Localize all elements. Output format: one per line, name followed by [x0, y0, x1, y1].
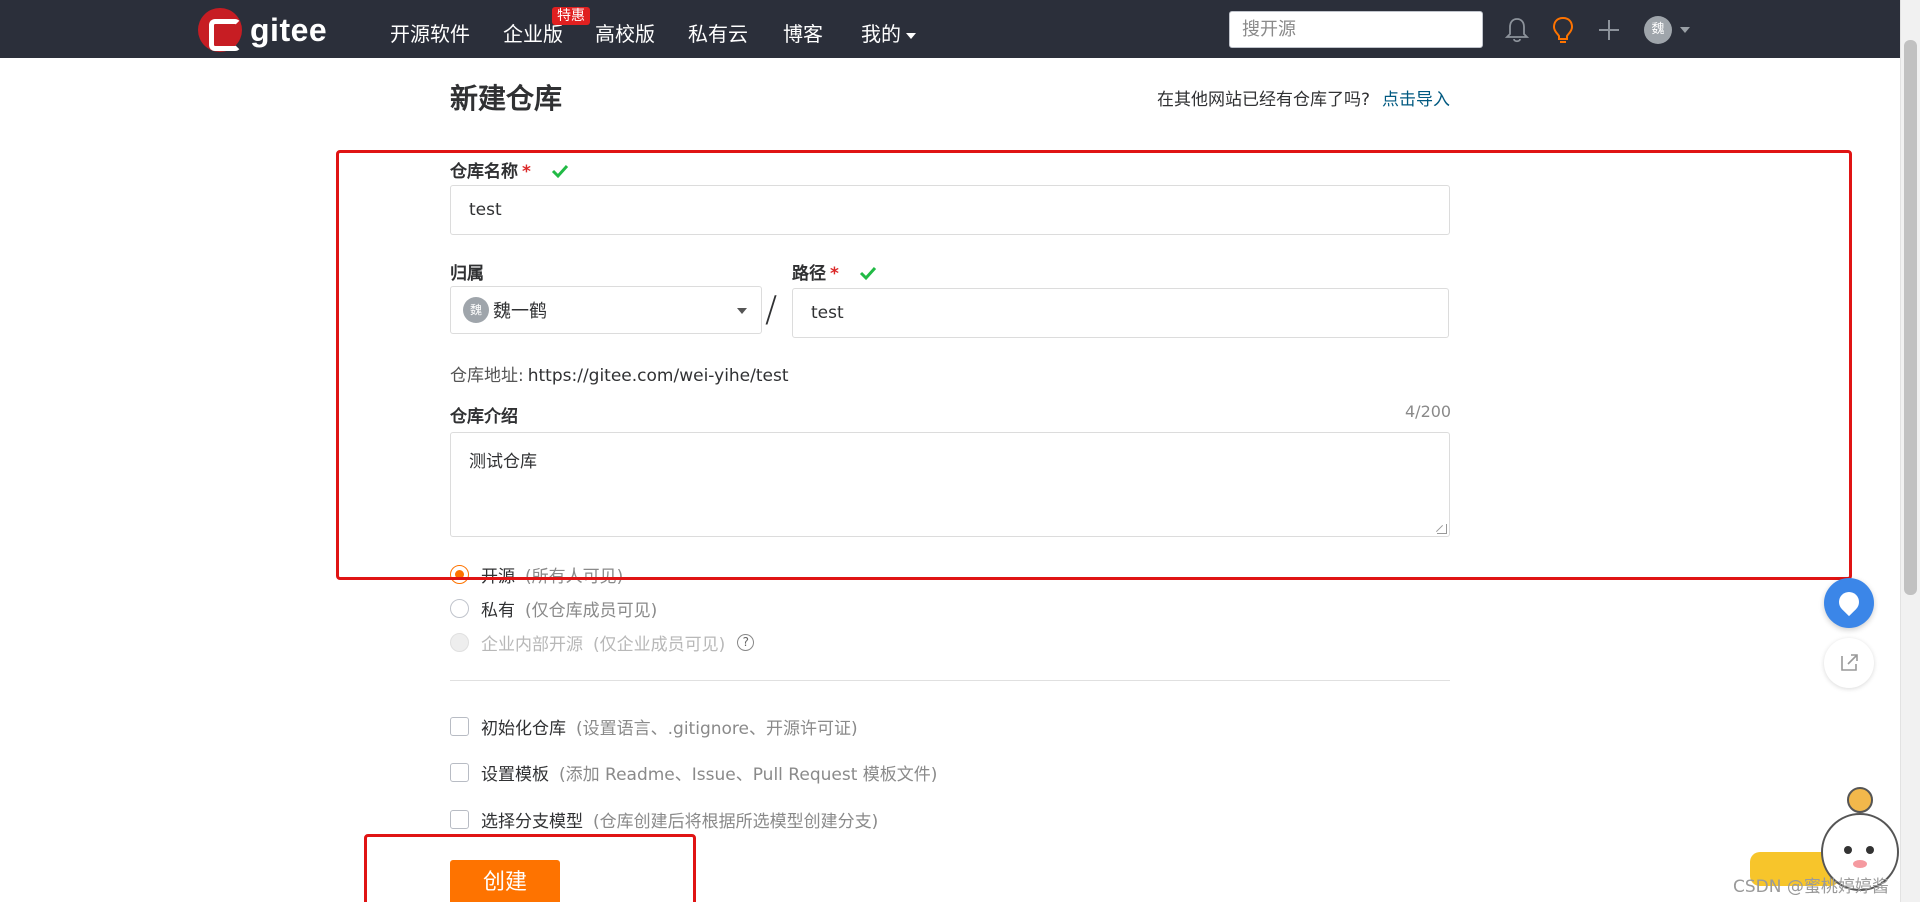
import-prompt: 在其他网站已经有仓库了吗? 点击导入 [1157, 85, 1450, 110]
checkbox[interactable] [450, 763, 469, 782]
logo-text: gitee [250, 11, 328, 48]
nav-open-source[interactable]: 开源软件 [390, 18, 470, 47]
checkbox[interactable] [450, 717, 469, 736]
top-navbar: gitee 开源软件 企业版 特惠 高校版 私有云 博客 我的 搜开源 魏 [0, 0, 1900, 58]
checkbox-label: 初始化仓库 [481, 719, 566, 739]
gitee-logo[interactable]: gitee [198, 8, 327, 52]
checkbox[interactable] [450, 810, 469, 829]
nav-mine[interactable]: 我的 [861, 18, 916, 47]
annotation-box-form [336, 150, 1852, 580]
option-branch-model[interactable]: 选择分支模型 (仓库创建后将根据所选模型创建分支) [450, 807, 878, 832]
option-init-repo[interactable]: 初始化仓库 (设置语言、.gitignore、开源许可证) [450, 714, 858, 739]
gitee-logo-icon [198, 8, 242, 52]
feedback-bubble-icon[interactable] [1824, 578, 1874, 628]
user-avatar[interactable]: 魏 [1644, 16, 1672, 44]
radio-hint: (仅仓库成员可见) [525, 601, 658, 621]
radio-hint: (仅企业成员可见) [593, 635, 726, 655]
checkbox-hint: (设置语言、.gitignore、开源许可证) [576, 719, 858, 739]
nav-blog[interactable]: 博客 [783, 18, 823, 47]
scrollbar-thumb[interactable] [1904, 40, 1917, 595]
nav-private-cloud[interactable]: 私有云 [688, 18, 748, 47]
checkbox-label: 设置模板 [481, 765, 549, 785]
avatar-chevron-down-icon[interactable] [1680, 27, 1690, 33]
external-link-icon [1841, 654, 1858, 671]
checkbox-hint: (仓库创建后将根据所选模型创建分支) [593, 812, 879, 832]
annotation-box-create [364, 834, 696, 902]
watermark: CSDN @蜜桃婷婷酱 [1733, 877, 1889, 897]
bell-icon[interactable] [1505, 16, 1529, 44]
promo-badge: 特惠 [552, 7, 590, 25]
import-link[interactable]: 点击导入 [1382, 90, 1450, 110]
import-prompt-text: 在其他网站已经有仓库了吗? [1156, 90, 1370, 110]
lightbulb-icon[interactable] [1551, 16, 1575, 46]
nav-education[interactable]: 高校版 [595, 18, 655, 47]
radio-button[interactable] [450, 599, 469, 618]
page-title: 新建仓库 [450, 82, 563, 115]
page-scrollbar[interactable] [1900, 0, 1920, 902]
visibility-enterprise-internal: 企业内部开源 (仅企业成员可见) ? [450, 630, 755, 655]
option-set-template[interactable]: 设置模板 (添加 Readme、Issue、Pull Request 模板文件) [450, 760, 937, 785]
radio-label: 企业内部开源 [481, 635, 583, 655]
chevron-down-icon [906, 32, 916, 39]
radio-button-disabled [450, 633, 469, 652]
nav-mine-label: 我的 [861, 22, 901, 46]
divider [450, 680, 1450, 681]
checkbox-hint: (添加 Readme、Issue、Pull Request 模板文件) [559, 765, 938, 785]
plus-icon[interactable] [1597, 18, 1621, 42]
search-input[interactable]: 搜开源 [1229, 11, 1483, 48]
checkbox-label: 选择分支模型 [481, 812, 583, 832]
visibility-private[interactable]: 私有 (仅仓库成员可见) [450, 596, 657, 621]
radio-label: 私有 [481, 601, 515, 621]
help-icon[interactable]: ? [737, 634, 755, 651]
share-button[interactable] [1824, 638, 1874, 688]
